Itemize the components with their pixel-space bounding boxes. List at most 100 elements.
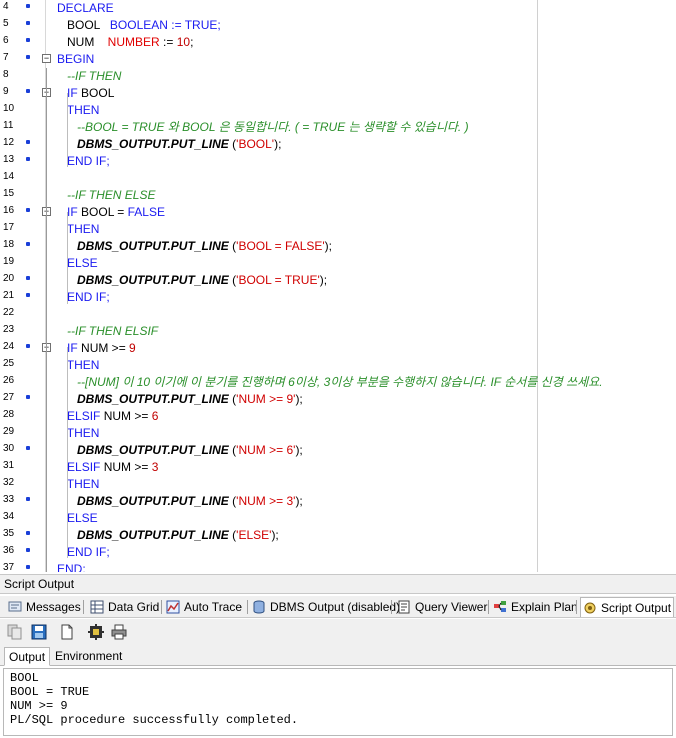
line-number: 32 (3, 477, 15, 488)
code-line[interactable]: 36 END IF; (0, 544, 537, 561)
code-line[interactable]: 10 THEN (0, 102, 537, 119)
code-line[interactable]: 17 THEN (0, 221, 537, 238)
breakpoint-marker-icon[interactable] (26, 157, 30, 161)
code-line[interactable]: 19 ELSE (0, 255, 537, 272)
code-text: THEN (57, 221, 100, 238)
tab-script-output[interactable]: Script Output (580, 597, 674, 617)
code-line[interactable]: 15 --IF THEN ELSE (0, 187, 537, 204)
code-line[interactable]: 11 --BOOL = TRUE 와 BOOL 은 동일합니다. ( = TRU… (0, 119, 537, 136)
code-token: DBMS_OUTPUT.PUT_LINE (77, 137, 229, 151)
code-line[interactable]: 20 DBMS_OUTPUT.PUT_LINE ('BOOL = TRUE'); (0, 272, 537, 289)
code-text: BEGIN (57, 51, 94, 68)
code-text: DBMS_OUTPUT.PUT_LINE ('BOOL = FALSE'); (57, 238, 332, 255)
code-line[interactable]: 8 --IF THEN (0, 68, 537, 85)
tab-data-grid[interactable]: Data Grid (88, 597, 159, 617)
code-line[interactable]: 28 ELSIF NUM >= 6 (0, 408, 537, 425)
line-number: 16 (3, 205, 15, 216)
code-line[interactable]: 35 DBMS_OUTPUT.PUT_LINE ('ELSE'); (0, 527, 537, 544)
code-line[interactable]: 9− IF BOOL (0, 85, 537, 102)
copy-icon[interactable] (6, 623, 24, 641)
code-line[interactable]: 22 (0, 306, 537, 323)
breakpoint-marker-icon[interactable] (26, 548, 30, 552)
code-line[interactable]: 34 ELSE (0, 510, 537, 527)
breakpoint-marker-icon[interactable] (26, 344, 30, 348)
code-text: --IF THEN (57, 68, 121, 85)
line-number: 17 (3, 222, 15, 233)
breakpoint-marker-icon[interactable] (26, 565, 30, 569)
code-line[interactable]: 26 --[NUM] 이 10 이기에 이 분기를 진행하며 6이상, 3이상 … (0, 374, 603, 391)
code-text: ELSIF NUM >= 6 (57, 408, 158, 425)
code-line[interactable]: 13 END IF; (0, 153, 537, 170)
output-line: BOOL (10, 671, 39, 685)
code-text: DBMS_OUTPUT.PUT_LINE ('NUM >= 9'); (57, 391, 303, 408)
code-line[interactable]: 7 − BEGIN (0, 51, 537, 68)
breakpoint-marker-icon[interactable] (26, 446, 30, 450)
breakpoint-marker-icon[interactable] (26, 293, 30, 297)
breakpoint-marker-icon[interactable] (26, 208, 30, 212)
code-editor[interactable]: 4 DECLARE 5 BOOL BOOLEAN := TRUE; 6 NUM NUM… (0, 0, 676, 572)
breakpoint-marker-icon[interactable] (26, 140, 30, 144)
line-number: 15 (3, 188, 15, 199)
code-line[interactable]: 16− IF BOOL = FALSE (0, 204, 537, 221)
line-number: 22 (3, 307, 15, 318)
fold-toggle-icon[interactable]: − (42, 54, 51, 63)
script-output-text[interactable]: BOOL BOOL = TRUE NUM >= 9 PL/SQL procedu… (3, 668, 673, 736)
code-line[interactable]: 27 DBMS_OUTPUT.PUT_LINE ('NUM >= 9'); (0, 391, 537, 408)
breakpoint-marker-icon[interactable] (26, 4, 30, 8)
code-line[interactable]: 21 END IF; (0, 289, 537, 306)
tab-dbms-output-disabled[interactable]: DBMS Output (disabled) (250, 597, 400, 617)
code-line[interactable]: 14 (0, 170, 537, 187)
code-token: ); (324, 239, 333, 253)
line-number: 13 (3, 154, 15, 165)
code-token: --IF THEN ELSIF (57, 324, 159, 338)
code-token: NUM >= (100, 460, 152, 474)
code-line[interactable]: 29 THEN (0, 425, 537, 442)
subtab-output[interactable]: Output (4, 647, 51, 666)
tab-explain-plan[interactable]: Explain Plan (491, 597, 578, 617)
code-token: DBMS_OUTPUT.PUT_LINE (77, 494, 229, 508)
settings-icon[interactable] (87, 623, 105, 641)
line-number: 26 (3, 375, 15, 386)
code-line[interactable]: 5 BOOL BOOLEAN := TRUE; (0, 17, 537, 34)
code-line[interactable]: 12 DBMS_OUTPUT.PUT_LINE ('BOOL'); (0, 136, 537, 153)
breakpoint-marker-icon[interactable] (26, 21, 30, 25)
print-icon[interactable] (110, 623, 128, 641)
code-token: ; (190, 35, 194, 49)
code-line[interactable]: 25 THEN (0, 357, 537, 374)
code-line[interactable]: 18 DBMS_OUTPUT.PUT_LINE ('BOOL = FALSE')… (0, 238, 537, 255)
data-grid-icon (90, 600, 104, 614)
breakpoint-marker-icon[interactable] (26, 395, 30, 399)
subtab-environment[interactable]: Environment (51, 647, 126, 666)
tab-auto-trace[interactable]: Auto Trace (164, 597, 244, 617)
code-line[interactable]: 6 NUM NUMBER := 10; (0, 34, 537, 51)
code-token: 'BOOL = TRUE' (236, 273, 320, 287)
code-line[interactable]: 33 DBMS_OUTPUT.PUT_LINE ('NUM >= 3'); (0, 493, 537, 510)
code-token: ELSE (57, 511, 98, 525)
code-line[interactable]: 37 END; (0, 561, 537, 572)
code-token: THEN (57, 477, 100, 491)
breakpoint-marker-icon[interactable] (26, 497, 30, 501)
new-document-icon[interactable] (58, 623, 76, 641)
breakpoint-marker-icon[interactable] (26, 55, 30, 59)
line-number: 30 (3, 443, 15, 454)
code-text: ELSIF NUM >= 3 (57, 459, 158, 476)
line-number: 36 (3, 545, 15, 556)
code-line[interactable]: 30 DBMS_OUTPUT.PUT_LINE ('NUM >= 6'); (0, 442, 537, 459)
tab-label: Auto Trace (184, 600, 243, 614)
breakpoint-marker-icon[interactable] (26, 276, 30, 280)
code-line[interactable]: 4 DECLARE (0, 0, 537, 17)
messages-icon (8, 600, 22, 614)
tab-query-viewer[interactable]: Query Viewer (395, 597, 487, 617)
save-icon[interactable] (30, 623, 48, 641)
breakpoint-marker-icon[interactable] (26, 242, 30, 246)
breakpoint-marker-icon[interactable] (26, 89, 30, 93)
breakpoint-marker-icon[interactable] (26, 531, 30, 535)
breakpoint-marker-icon[interactable] (26, 38, 30, 42)
code-token: NUM >= (77, 341, 130, 355)
tab-messages[interactable]: Messages (6, 597, 81, 617)
code-line[interactable]: 32 THEN (0, 476, 537, 493)
code-line[interactable]: 31 ELSIF NUM >= 3 (0, 459, 537, 476)
code-line[interactable]: 23 --IF THEN ELSIF (0, 323, 537, 340)
code-line[interactable]: 24− IF NUM >= 9 (0, 340, 537, 357)
